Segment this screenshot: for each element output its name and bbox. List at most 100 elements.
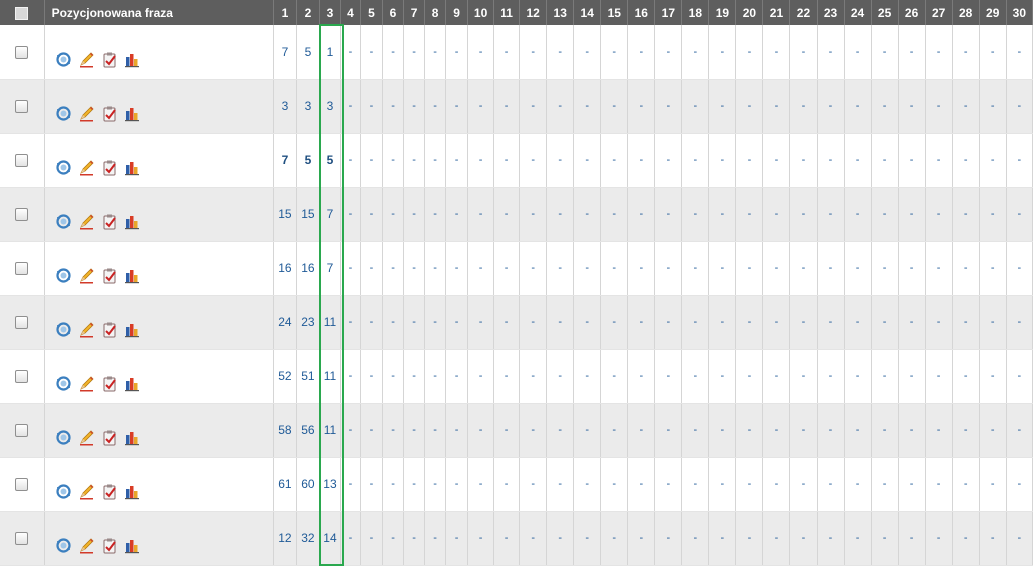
refresh-icon[interactable]	[55, 375, 72, 395]
checklist-icon[interactable]	[101, 483, 118, 503]
bar-chart-icon[interactable]	[124, 375, 141, 395]
bar-chart-icon[interactable]	[124, 51, 141, 71]
row-checkbox[interactable]	[15, 45, 29, 59]
empty-cell-day-15: -	[600, 133, 629, 188]
row-checkbox[interactable]	[15, 262, 29, 276]
refresh-icon[interactable]	[55, 483, 72, 503]
row-checkbox[interactable]	[15, 100, 29, 114]
edit-pencil-icon[interactable]	[78, 375, 95, 395]
column-header-day-13[interactable]: 13	[546, 0, 575, 25]
column-header-day-14[interactable]: 14	[573, 0, 602, 25]
phrase-cell	[44, 187, 274, 242]
bar-chart-icon[interactable]	[124, 537, 141, 557]
edit-pencil-icon[interactable]	[78, 537, 95, 557]
empty-cell-day-21: -	[762, 295, 791, 350]
column-header-day-22[interactable]: 22	[789, 0, 818, 25]
column-header-day-11[interactable]: 11	[493, 0, 521, 25]
empty-cell-day-25: -	[871, 133, 899, 188]
column-header-day-23[interactable]: 23	[817, 0, 845, 25]
column-header-day-12[interactable]: 12	[519, 0, 548, 25]
row-checkbox[interactable]	[15, 154, 29, 168]
empty-cell-day-30: -	[1006, 349, 1033, 404]
bar-chart-icon[interactable]	[124, 321, 141, 341]
edit-pencil-icon[interactable]	[78, 105, 95, 125]
empty-cell-day-25: -	[871, 511, 899, 566]
edit-pencil-icon[interactable]	[78, 51, 95, 71]
row-checkbox[interactable]	[15, 370, 29, 384]
empty-cell-day-23: -	[817, 349, 845, 404]
column-header-day-5[interactable]: 5	[360, 0, 384, 25]
column-header-day-16[interactable]: 16	[627, 0, 656, 25]
refresh-icon[interactable]	[55, 537, 72, 557]
column-header-day-10[interactable]: 10	[467, 0, 495, 25]
refresh-icon[interactable]	[55, 267, 72, 287]
row-checkbox[interactable]	[15, 478, 29, 492]
checklist-icon[interactable]	[101, 429, 118, 449]
empty-cell-day-6: -	[382, 511, 405, 566]
checklist-icon[interactable]	[101, 375, 118, 395]
row-checkbox[interactable]	[15, 424, 29, 438]
column-header-day-28[interactable]: 28	[952, 0, 980, 25]
checklist-icon[interactable]	[101, 51, 118, 71]
column-header-day-27[interactable]: 27	[925, 0, 953, 25]
refresh-icon[interactable]	[55, 321, 72, 341]
edit-pencil-icon[interactable]	[78, 159, 95, 179]
column-header-day-25[interactable]: 25	[871, 0, 899, 25]
column-header-day-26[interactable]: 26	[898, 0, 926, 25]
bar-chart-icon[interactable]	[124, 267, 141, 287]
column-header-phrase[interactable]: Pozycjonowana fraza	[44, 0, 274, 25]
empty-cell-day-20: -	[735, 133, 764, 188]
column-header-day-30[interactable]: 30	[1006, 0, 1033, 25]
column-header-day-6[interactable]: 6	[382, 0, 405, 25]
checklist-icon[interactable]	[101, 537, 118, 557]
column-header-day-20[interactable]: 20	[735, 0, 764, 25]
row-checkbox[interactable]	[15, 316, 29, 330]
column-header-day-21[interactable]: 21	[762, 0, 791, 25]
column-header-day-7[interactable]: 7	[403, 0, 426, 25]
edit-pencil-icon[interactable]	[78, 321, 95, 341]
edit-pencil-icon[interactable]	[78, 429, 95, 449]
empty-cell-day-18: -	[681, 187, 710, 242]
edit-pencil-icon[interactable]	[78, 267, 95, 287]
empty-cell-day-30: -	[1006, 133, 1033, 188]
column-header-day-29[interactable]: 29	[979, 0, 1007, 25]
bar-chart-icon[interactable]	[124, 429, 141, 449]
empty-cell-day-28: -	[952, 295, 980, 350]
refresh-icon[interactable]	[55, 429, 72, 449]
column-header-day-3[interactable]: 3	[319, 0, 341, 25]
empty-cell-day-24: -	[844, 457, 872, 512]
column-header-day-4[interactable]: 4	[340, 0, 361, 25]
refresh-icon[interactable]	[55, 105, 72, 125]
refresh-icon[interactable]	[55, 159, 72, 179]
column-header-day-2[interactable]: 2	[296, 0, 320, 25]
column-header-day-9[interactable]: 9	[445, 0, 469, 25]
empty-cell-day-4: -	[340, 187, 361, 242]
column-header-day-17[interactable]: 17	[654, 0, 683, 25]
bar-chart-icon[interactable]	[124, 483, 141, 503]
row-checkbox[interactable]	[15, 208, 29, 222]
bar-chart-icon[interactable]	[124, 159, 141, 179]
checklist-icon[interactable]	[101, 159, 118, 179]
bar-chart-icon[interactable]	[124, 213, 141, 233]
table-row: 58 56 11- - - - - - - - - - - - - - - - - - - - - - - - - - -	[0, 403, 1033, 458]
edit-pencil-icon[interactable]	[78, 483, 95, 503]
row-checkbox[interactable]	[15, 532, 29, 546]
edit-pencil-icon[interactable]	[78, 213, 95, 233]
column-header-day-15[interactable]: 15	[600, 0, 629, 25]
column-header-day-1[interactable]: 1	[273, 0, 297, 25]
checklist-icon[interactable]	[101, 105, 118, 125]
select-all-checkbox[interactable]	[15, 6, 29, 20]
empty-cell-day-17: -	[654, 25, 683, 80]
refresh-icon[interactable]	[55, 51, 72, 71]
column-header-day-24[interactable]: 24	[844, 0, 872, 25]
checklist-icon[interactable]	[101, 321, 118, 341]
refresh-icon[interactable]	[55, 213, 72, 233]
column-header-day-19[interactable]: 19	[708, 0, 737, 25]
column-header-day-18[interactable]: 18	[681, 0, 710, 25]
empty-cell-day-16: -	[627, 403, 656, 458]
checklist-icon[interactable]	[101, 213, 118, 233]
bar-chart-icon[interactable]	[124, 105, 141, 125]
column-header-day-8[interactable]: 8	[424, 0, 447, 25]
empty-cell-day-22: -	[789, 295, 818, 350]
checklist-icon[interactable]	[101, 267, 118, 287]
